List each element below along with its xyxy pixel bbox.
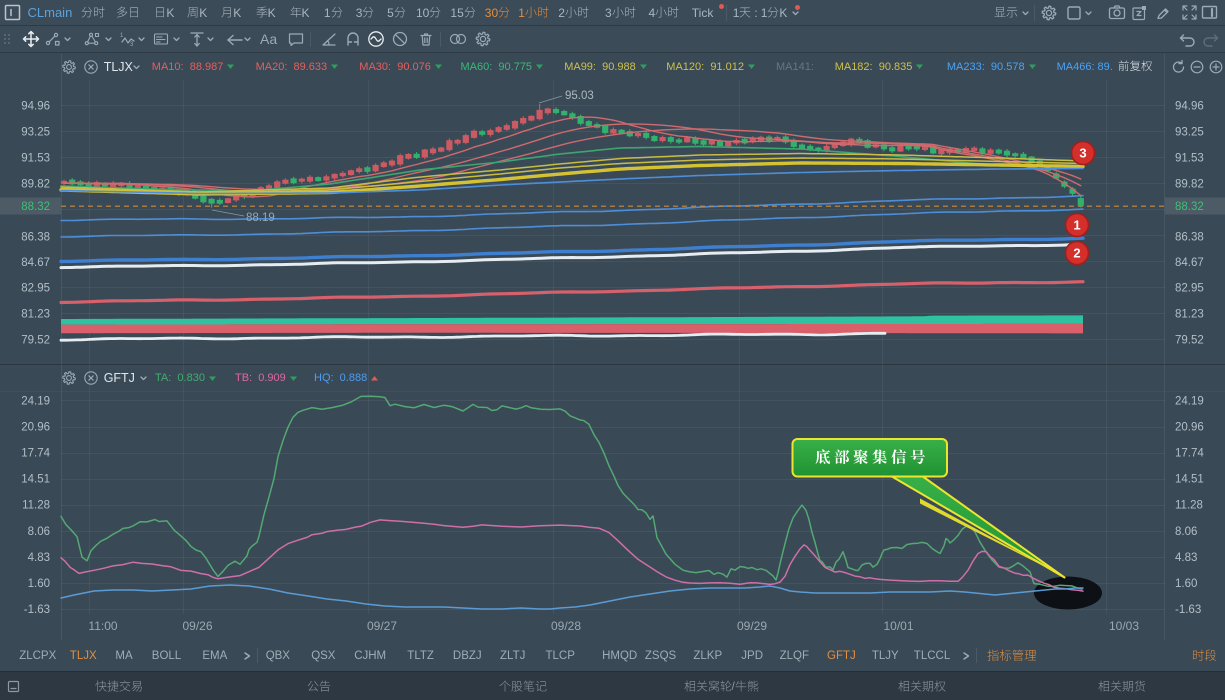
svg-text:17.74: 17.74 bbox=[1175, 448, 1204, 460]
svg-text:86.38: 86.38 bbox=[1175, 232, 1204, 244]
svg-text:2: 2 bbox=[1073, 246, 1080, 261]
svg-text:86.38: 86.38 bbox=[21, 232, 50, 244]
svg-text:4.83: 4.83 bbox=[1175, 552, 1197, 564]
svg-text:09/29: 09/29 bbox=[737, 619, 767, 633]
svg-text:89.82: 89.82 bbox=[21, 179, 50, 191]
svg-text:24.19: 24.19 bbox=[1175, 396, 1204, 408]
svg-text:09/28: 09/28 bbox=[551, 619, 581, 633]
svg-text:84.67: 84.67 bbox=[21, 257, 50, 269]
svg-text:95.03: 95.03 bbox=[565, 90, 594, 102]
svg-text:93.25: 93.25 bbox=[1175, 127, 1204, 139]
svg-text:91.53: 91.53 bbox=[1175, 153, 1204, 165]
svg-text:14.51: 14.51 bbox=[21, 474, 50, 486]
svg-text:88.32: 88.32 bbox=[1175, 201, 1204, 213]
svg-text:1.60: 1.60 bbox=[1175, 578, 1197, 590]
svg-text:10/03: 10/03 bbox=[1109, 619, 1139, 633]
svg-text:84.67: 84.67 bbox=[1175, 257, 1204, 269]
svg-text:3: 3 bbox=[1079, 146, 1086, 161]
svg-text:1: 1 bbox=[120, 33, 124, 39]
svg-text:17.74: 17.74 bbox=[21, 448, 50, 460]
svg-text:1.60: 1.60 bbox=[28, 578, 50, 590]
svg-text:10/01: 10/01 bbox=[883, 619, 913, 633]
svg-text:09/26: 09/26 bbox=[182, 619, 212, 633]
svg-text:3: 3 bbox=[130, 42, 134, 47]
svg-text:14.51: 14.51 bbox=[1175, 474, 1204, 486]
svg-text:88.32: 88.32 bbox=[21, 201, 50, 213]
svg-text:20.96: 20.96 bbox=[1175, 422, 1204, 434]
svg-text:89.82: 89.82 bbox=[1175, 179, 1204, 191]
svg-text:24.19: 24.19 bbox=[21, 396, 50, 408]
svg-text:8.06: 8.06 bbox=[28, 526, 50, 538]
svg-text:20.96: 20.96 bbox=[21, 422, 50, 434]
svg-text:81.23: 81.23 bbox=[21, 309, 50, 321]
svg-text:88.19: 88.19 bbox=[246, 212, 275, 224]
svg-text:8.06: 8.06 bbox=[1175, 526, 1197, 538]
svg-text:-1.63: -1.63 bbox=[1175, 604, 1201, 616]
svg-text:82.95: 82.95 bbox=[1175, 283, 1204, 295]
svg-text:82.95: 82.95 bbox=[21, 283, 50, 295]
svg-text:93.25: 93.25 bbox=[21, 127, 50, 139]
svg-text:11:00: 11:00 bbox=[88, 619, 117, 633]
svg-text:11.28: 11.28 bbox=[1175, 500, 1203, 512]
svg-text:79.52: 79.52 bbox=[1175, 335, 1204, 347]
svg-text:94.96: 94.96 bbox=[21, 101, 50, 113]
svg-text:94.96: 94.96 bbox=[1175, 101, 1204, 113]
svg-text:4.83: 4.83 bbox=[28, 552, 50, 564]
svg-text:09/27: 09/27 bbox=[367, 619, 397, 633]
svg-text:-1.63: -1.63 bbox=[24, 604, 50, 616]
svg-text:91.53: 91.53 bbox=[21, 153, 50, 165]
svg-text:81.23: 81.23 bbox=[1175, 309, 1204, 321]
svg-text:79.52: 79.52 bbox=[21, 335, 50, 347]
svg-text:1: 1 bbox=[1073, 218, 1080, 233]
svg-text:11.28: 11.28 bbox=[22, 500, 50, 512]
